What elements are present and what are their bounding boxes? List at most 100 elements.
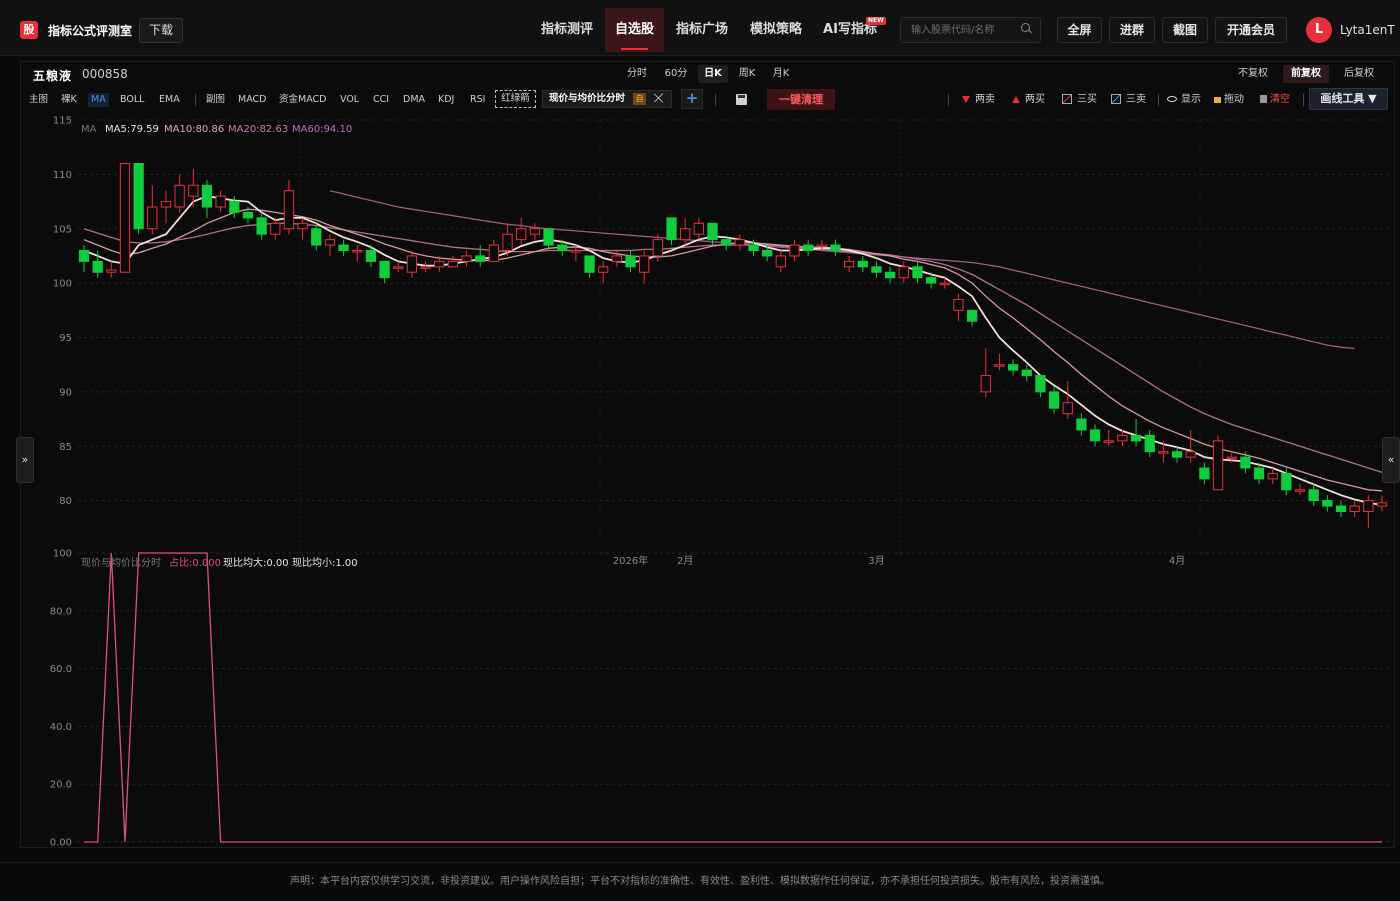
main-y-axis: 115 110 105 100 95 90 85 80 xyxy=(53,116,72,508)
candle xyxy=(816,244,827,248)
price-chart[interactable]: 115 110 105 100 95 90 85 80 2026年 2月 3月 4月 100 80.0… xyxy=(0,0,1400,900)
sub-indicator-line xyxy=(84,552,1382,843)
candle xyxy=(488,244,500,262)
candle xyxy=(1130,434,1142,442)
candle xyxy=(1185,451,1196,458)
candle xyxy=(1007,364,1019,371)
candle xyxy=(1322,500,1333,507)
candle xyxy=(529,228,541,235)
candle xyxy=(721,239,732,246)
candle xyxy=(1035,375,1046,393)
y-tick-label: 20.0 xyxy=(50,780,72,791)
candle xyxy=(557,244,568,251)
candle xyxy=(1376,502,1388,507)
candle xyxy=(898,266,909,279)
candle xyxy=(680,228,691,241)
y-tick-label: 90 xyxy=(59,387,72,398)
sub-y-axis: 100 80.0 60.0 40.0 20.0 0.00 xyxy=(50,549,72,849)
candle xyxy=(775,255,786,268)
candle xyxy=(994,364,1005,367)
candle xyxy=(666,217,677,241)
candle xyxy=(598,266,609,273)
candle xyxy=(803,244,814,251)
sub-legend-ratio: 占比:0.000 xyxy=(169,556,221,569)
candle xyxy=(434,260,445,268)
candle xyxy=(734,239,745,246)
candle xyxy=(393,266,404,269)
candle xyxy=(283,190,295,230)
candle xyxy=(1158,451,1169,454)
candle xyxy=(311,228,322,246)
candle xyxy=(352,250,363,253)
sub-legend-above: 现比均大:0.00 xyxy=(223,556,289,569)
candle xyxy=(543,228,554,246)
candle xyxy=(119,163,131,273)
candle xyxy=(925,277,937,284)
candle xyxy=(980,375,991,393)
candle xyxy=(461,255,472,262)
candle xyxy=(1281,472,1292,491)
y-tick-label: 115 xyxy=(53,116,72,127)
candle xyxy=(502,233,513,251)
candles xyxy=(78,163,1388,528)
candle xyxy=(707,222,718,241)
y-tick-label: 100 xyxy=(53,549,72,560)
candle xyxy=(174,184,185,208)
candle xyxy=(92,260,103,273)
ma60-line xyxy=(329,190,1355,350)
ma20-legend: MA20:82.63 xyxy=(228,124,288,135)
candle xyxy=(830,244,841,251)
candle xyxy=(1103,440,1114,443)
candle xyxy=(365,250,377,262)
y-tick-label: 40.0 xyxy=(50,722,72,733)
candle xyxy=(1117,434,1128,442)
candle xyxy=(1253,467,1265,480)
candle xyxy=(625,255,636,268)
candle xyxy=(1294,489,1306,492)
candle xyxy=(693,222,704,235)
ma10-legend: MA10:80.86 xyxy=(164,124,224,135)
candle xyxy=(884,271,896,279)
y-tick-label: 100 xyxy=(53,279,72,290)
candle xyxy=(215,195,226,208)
ma-lines xyxy=(83,190,1383,506)
candle xyxy=(789,244,800,257)
sub-grid xyxy=(78,552,1392,843)
candle xyxy=(912,266,923,279)
candle xyxy=(242,211,254,219)
candle xyxy=(133,163,144,230)
candle xyxy=(1349,505,1360,512)
sub-legend-below: 现比均小:1.00 xyxy=(292,557,358,569)
candle xyxy=(420,266,431,269)
candle xyxy=(1335,505,1347,512)
candle xyxy=(1144,434,1155,453)
candle xyxy=(1171,451,1183,458)
candle xyxy=(1308,489,1319,502)
y-tick-label: 0.00 xyxy=(50,838,72,849)
candle xyxy=(1089,429,1101,442)
candle xyxy=(1226,456,1237,460)
candle xyxy=(229,201,240,213)
candle xyxy=(1240,456,1251,469)
candle xyxy=(953,298,964,311)
candle xyxy=(611,255,623,262)
candle xyxy=(762,250,773,257)
candle xyxy=(570,250,582,253)
candle xyxy=(843,260,855,268)
candle xyxy=(188,184,199,197)
ma60-legend: MA60:94.10 xyxy=(292,124,352,135)
y-tick-label: 80 xyxy=(59,496,72,507)
candle xyxy=(406,255,418,273)
candle xyxy=(1199,467,1210,480)
candle xyxy=(871,266,882,273)
candle xyxy=(1076,418,1087,431)
candle xyxy=(652,239,663,257)
candle xyxy=(78,250,90,262)
x-tick-label: 2026年 xyxy=(613,554,648,567)
y-tick-label: 95 xyxy=(59,333,72,344)
x-axis-labels: 2026年 2月 3月 4月 xyxy=(613,554,1185,567)
ma10-line xyxy=(83,208,1383,492)
candle xyxy=(1267,472,1278,480)
ma-legend-label: MA xyxy=(81,124,97,135)
candle xyxy=(324,239,336,246)
